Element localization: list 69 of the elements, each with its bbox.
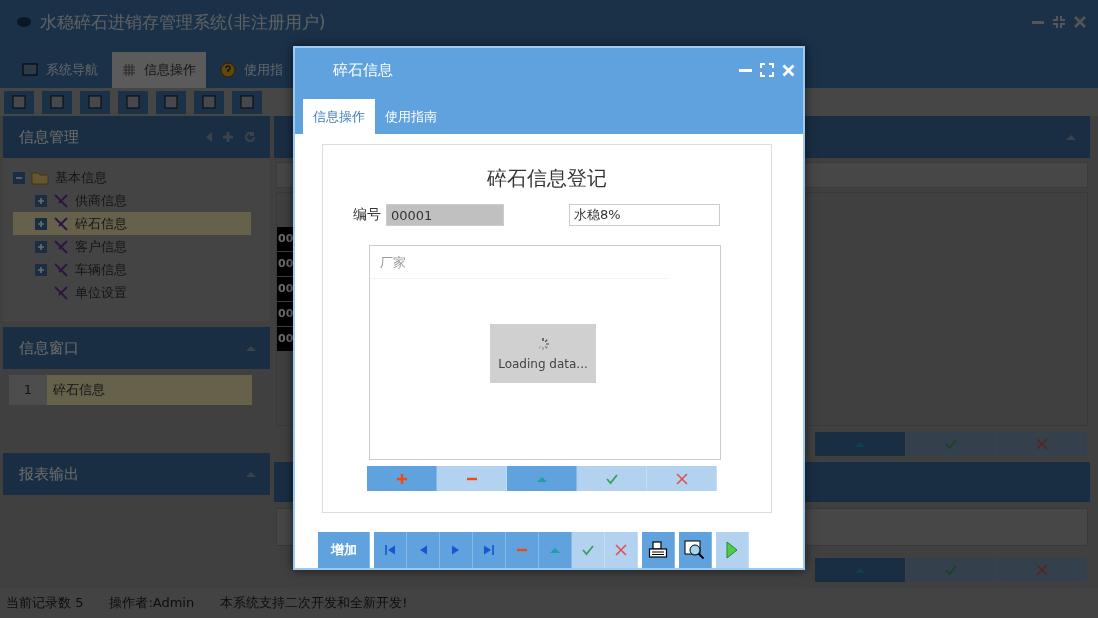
panel-title: 信息管理 xyxy=(19,127,80,147)
row-number: 1 xyxy=(9,375,47,405)
table-cell: 00 xyxy=(277,277,294,303)
checkmark-icon xyxy=(605,472,618,485)
checkmark-icon xyxy=(945,564,957,576)
plus-icon xyxy=(37,196,45,205)
triangle-up-icon xyxy=(549,546,561,554)
refresh-icon xyxy=(244,131,256,143)
close-icon xyxy=(615,544,627,556)
plus-icon xyxy=(37,265,45,274)
grid-icon xyxy=(122,63,136,77)
tab-label: 信息操作 xyxy=(144,61,196,79)
close-icon xyxy=(1036,438,1048,451)
form-title: 碎石信息登记 xyxy=(487,165,607,192)
close-icon xyxy=(675,472,688,485)
tree-label: 碎石信息 xyxy=(75,214,127,233)
close-icon xyxy=(782,63,795,77)
caret-up-icon xyxy=(1066,134,1076,140)
spinner-icon xyxy=(536,336,550,351)
expand-icon[interactable] xyxy=(35,263,47,276)
skip-forward-icon xyxy=(483,544,495,556)
close-icon xyxy=(1074,16,1086,28)
expand-icon[interactable] xyxy=(35,194,47,207)
tab-label: 系统导航 xyxy=(46,61,98,79)
triangle-up-icon xyxy=(535,474,548,483)
table-cell: 00 xyxy=(277,227,294,253)
plus-icon xyxy=(37,242,45,251)
column-header: 厂家 xyxy=(370,246,668,279)
help-icon xyxy=(220,62,236,78)
plus-icon xyxy=(395,472,408,485)
collapse-icon[interactable] xyxy=(13,171,25,184)
panel-title: 报表输出 xyxy=(19,464,80,484)
table-cell: 00 xyxy=(277,327,294,353)
restore-icon xyxy=(1052,15,1066,29)
tab[interactable]: 使用指 xyxy=(210,52,293,88)
monitor-icon xyxy=(22,63,38,77)
tab[interactable]: 信息操作 xyxy=(112,52,206,88)
window-list-item[interactable]: 碎石信息 xyxy=(47,375,252,405)
folder-icon xyxy=(31,170,49,185)
tab[interactable]: 信息操作 xyxy=(303,99,375,134)
caret-up-icon xyxy=(246,345,256,351)
tree-item-highlight[interactable]: 碎石信息 xyxy=(13,212,251,235)
tab[interactable]: 系统导航 xyxy=(12,52,108,88)
table-cell: 00 xyxy=(277,252,294,278)
input-field[interactable]: 水稳8% xyxy=(569,204,720,226)
plus-icon xyxy=(37,219,45,228)
expand-icon[interactable] xyxy=(35,217,47,230)
triangle-left-icon xyxy=(206,132,212,142)
checkmark-icon xyxy=(945,438,957,451)
checkmark-icon xyxy=(582,544,594,556)
add-button[interactable]: 增加 xyxy=(318,532,370,568)
plus-icon xyxy=(222,131,234,143)
close-icon xyxy=(1036,564,1048,576)
field-label: 编号 xyxy=(353,206,381,224)
app-title: 水稳碎石进销存管理系统(非注册用户) xyxy=(40,10,327,34)
tab[interactable]: 使用指南 xyxy=(375,99,447,134)
loading-text: Loading data... xyxy=(498,356,588,371)
dialog-title: 碎石信息 xyxy=(333,60,394,80)
caret-up-icon xyxy=(246,471,256,477)
play-icon xyxy=(725,540,739,560)
logo-icon xyxy=(16,16,32,28)
table-cell: 00 xyxy=(277,302,294,328)
tab-label: 使用指 xyxy=(244,61,283,79)
skip-back-icon xyxy=(384,544,396,556)
maximize-icon xyxy=(760,63,774,77)
expand-icon[interactable] xyxy=(35,240,47,253)
minimize-icon xyxy=(1032,20,1044,24)
minimize-icon xyxy=(739,68,752,72)
panel-title: 信息窗口 xyxy=(19,338,80,358)
